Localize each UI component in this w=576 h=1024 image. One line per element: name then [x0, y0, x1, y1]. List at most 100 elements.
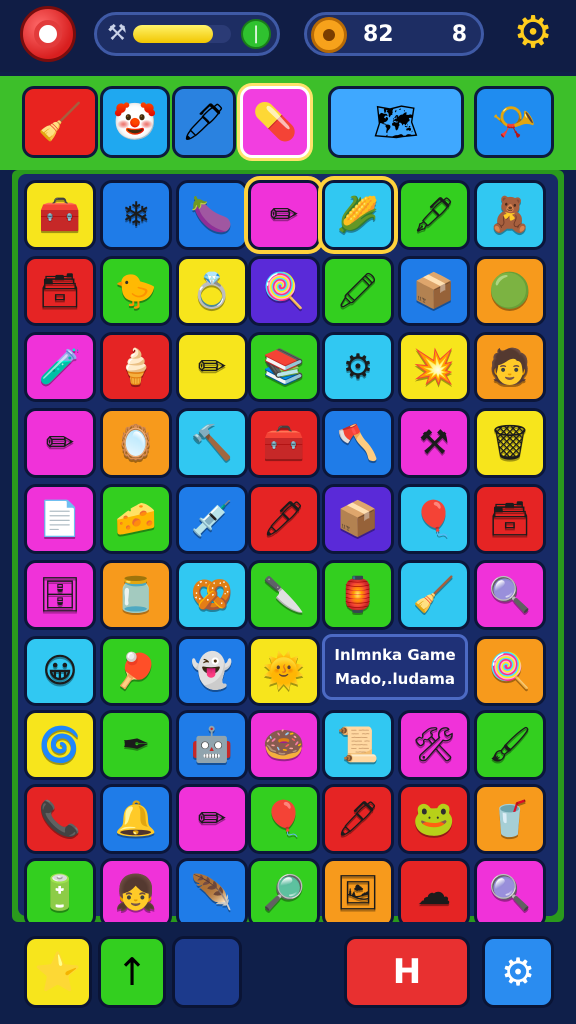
grid-tile[interactable]: ❄: [100, 180, 172, 250]
avatar-icon: 🧑: [488, 347, 532, 387]
pencil-icon: ✏: [197, 799, 227, 839]
grid-tile[interactable]: 🖊: [248, 484, 320, 554]
grid-tile[interactable]: 😀: [24, 636, 96, 706]
top-bar: ⚒ | 82 8 ⚙: [0, 0, 576, 72]
grid-tile[interactable]: 🧹: [398, 560, 470, 630]
grid-tile[interactable]: 🍦: [100, 332, 172, 402]
feather-icon: 🪶: [190, 873, 234, 913]
grid-tile[interactable]: 🔨: [176, 408, 248, 478]
grid-tile[interactable]: 👻: [176, 636, 248, 706]
grid-tile[interactable]: 🐤: [100, 256, 172, 326]
category-horn[interactable]: 📯: [474, 86, 554, 158]
category-brush[interactable]: 🧹: [22, 86, 98, 158]
grid-tile[interactable]: 🧰: [24, 180, 96, 250]
grid-tile[interactable]: 🍭: [474, 636, 546, 706]
hint-button[interactable]: H: [344, 936, 470, 1008]
grid-tile[interactable]: 📦: [322, 484, 394, 554]
settings-gear-icon[interactable]: ⚙: [510, 10, 556, 56]
category-capsule[interactable]: 💊: [240, 86, 310, 158]
grid-tile[interactable]: 🐸: [398, 784, 470, 854]
progress-goal-icon[interactable]: |: [241, 19, 271, 49]
grid-tile[interactable]: 🏮: [322, 560, 394, 630]
star-button[interactable]: ⭐: [24, 936, 92, 1008]
grid-tile[interactable]: 🎈: [248, 784, 320, 854]
empty-slot-button[interactable]: [172, 936, 242, 1008]
info-panel: Inlmnka Game Mado,.ludama: [322, 634, 468, 700]
grid-tile[interactable]: 🖌: [474, 710, 546, 780]
grid-tile[interactable]: 🔔: [100, 784, 172, 854]
grid-tile[interactable]: 🌀: [24, 710, 96, 780]
grid-tile[interactable]: 🖍: [322, 256, 394, 326]
grid-tile[interactable]: 📦: [398, 256, 470, 326]
grid-tile[interactable]: 🎈: [398, 484, 470, 554]
grid-tile[interactable]: 🪞: [100, 408, 172, 478]
grid-tile[interactable]: 🔍: [474, 858, 546, 928]
grid-tile[interactable]: 🖋: [398, 180, 470, 250]
lantern-icon: 🏮: [336, 575, 380, 615]
grid-tile[interactable]: 💉: [176, 484, 248, 554]
grid-tile[interactable]: 🟢: [474, 256, 546, 326]
category-map[interactable]: 🗺: [328, 86, 464, 158]
category-marker[interactable]: 🖊: [172, 86, 236, 158]
marker-icon: 🖊: [181, 102, 227, 143]
chest-icon: 🗃: [38, 271, 82, 311]
grid-tile[interactable]: ✒: [100, 710, 172, 780]
grid-tile[interactable]: 🗃: [24, 256, 96, 326]
duck-icon: 🐤: [114, 271, 158, 311]
category-strip: 🧹 🤡 🖊 💊 🗺 📯: [0, 76, 576, 170]
grid-tile[interactable]: 💥: [398, 332, 470, 402]
grid-tile[interactable]: 🌽: [322, 180, 394, 250]
balloon-icon: 🎈: [262, 799, 306, 839]
grid-tile[interactable]: 📜: [322, 710, 394, 780]
grid-tile[interactable]: ☁: [398, 858, 470, 928]
grid-tile[interactable]: 🧪: [24, 332, 96, 402]
grid-tile[interactable]: 🫙: [100, 560, 172, 630]
grid-tile[interactable]: 🖼: [322, 858, 394, 928]
grid-tile[interactable]: 🧀: [100, 484, 172, 554]
grid-tile[interactable]: 🛠: [398, 710, 470, 780]
grid-tile[interactable]: 💍: [176, 256, 248, 326]
level-progress: ⚒ |: [94, 12, 280, 56]
grid-tile[interactable]: 🍆: [176, 180, 248, 250]
grid-tile[interactable]: 🥨: [176, 560, 248, 630]
grid-tile[interactable]: 🏓: [100, 636, 172, 706]
grid-tile[interactable]: 👧: [100, 858, 172, 928]
grid-tile[interactable]: 🪓: [322, 408, 394, 478]
spatula-icon: 🔪: [262, 575, 306, 615]
category-clown[interactable]: 🤡: [100, 86, 170, 158]
grid-tile[interactable]: 🪶: [176, 858, 248, 928]
grid-tile[interactable]: ⚒: [398, 408, 470, 478]
grid-tile[interactable]: 🧑: [474, 332, 546, 402]
grid-tile[interactable]: ✏: [248, 180, 320, 250]
grid-tile[interactable]: 🗑: [474, 408, 546, 478]
menu-button[interactable]: [20, 6, 76, 62]
grid-tile[interactable]: 🧸: [474, 180, 546, 250]
grid-tile[interactable]: 🔍: [474, 560, 546, 630]
arrow-up-button[interactable]: ↑: [98, 936, 166, 1008]
ring-icon: 💍: [190, 271, 234, 311]
grid-tile[interactable]: 🍩: [248, 710, 320, 780]
lollipop-icon: 🍭: [262, 271, 306, 311]
grid-tile[interactable]: 📞: [24, 784, 96, 854]
grid-tile[interactable]: 📄: [24, 484, 96, 554]
grid-tile[interactable]: ✏: [24, 408, 96, 478]
grid-tile[interactable]: ⚙: [322, 332, 394, 402]
grid-tile[interactable]: 🍭: [248, 256, 320, 326]
grid-tile[interactable]: 📚: [248, 332, 320, 402]
grid-tile[interactable]: 🥤: [474, 784, 546, 854]
grid-tile[interactable]: 🤖: [176, 710, 248, 780]
options-button[interactable]: ⚙: [482, 936, 554, 1008]
grid-tile[interactable]: 🔎: [248, 858, 320, 928]
grid-tile[interactable]: 🗃: [474, 484, 546, 554]
grid-tile[interactable]: ✏: [176, 784, 248, 854]
grid-tile[interactable]: 🧰: [248, 408, 320, 478]
robot-icon: 🤖: [190, 725, 234, 765]
grid-tile[interactable]: 🔋: [24, 858, 96, 928]
face-icon: 😀: [42, 651, 78, 691]
grid-tile[interactable]: 🗄: [24, 560, 96, 630]
grid-tile[interactable]: 🖊: [322, 784, 394, 854]
treasure-icon: 🧰: [262, 423, 306, 463]
grid-tile[interactable]: 🔪: [248, 560, 320, 630]
grid-tile[interactable]: ✏: [176, 332, 248, 402]
grid-tile[interactable]: 🌞: [248, 636, 320, 706]
